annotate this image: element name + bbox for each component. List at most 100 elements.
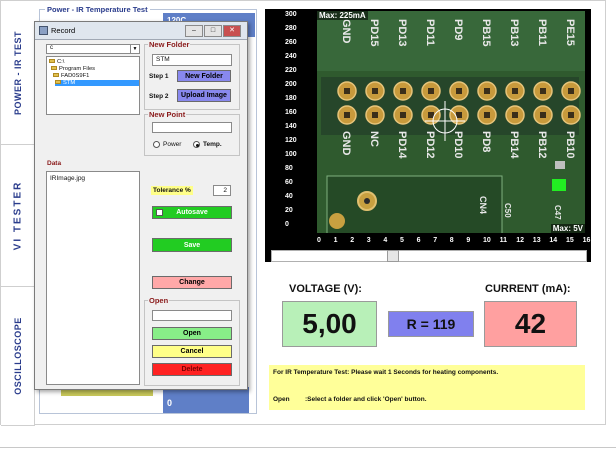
- tree-item[interactable]: Program Files: [51, 66, 95, 72]
- new-folder-label: New Folder: [148, 40, 191, 49]
- cancel-button[interactable]: Cancel: [152, 345, 232, 358]
- camera-image[interactable]: GND PD15 PD13 PD11 PD9 PB15 PB13 PB11 PE15 GND NC…: [317, 11, 585, 233]
- camera-scroll-thumb[interactable]: [387, 250, 399, 262]
- data-label: Data: [47, 160, 62, 167]
- tree-item-selected[interactable]: STM: [55, 80, 139, 86]
- pin: [512, 112, 518, 118]
- x-tick-label: 7: [433, 237, 438, 244]
- point-name-input[interactable]: [152, 122, 232, 133]
- list-item[interactable]: IRImage.jpg: [50, 175, 85, 182]
- upload-image-button[interactable]: Upload Image: [177, 89, 231, 102]
- y-tick-label: 100: [285, 151, 297, 158]
- tab-power-ir-test[interactable]: POWER - IR TEST: [1, 1, 35, 145]
- pin: [484, 112, 490, 118]
- info-line-2-key: Open: [273, 396, 290, 403]
- panel-title: Power - IR Temperature Test: [45, 5, 150, 14]
- x-tick-label: 8: [449, 237, 454, 244]
- info-line-1: For IR Temperature Test: Please wait 1 S…: [273, 369, 499, 376]
- dialog-titlebar: Record – □ ✕: [35, 22, 247, 40]
- drive-select[interactable]: c ▼: [46, 44, 140, 54]
- x-tick-label: 12: [516, 237, 524, 244]
- y-tick-label: 200: [285, 81, 297, 88]
- tab-vi-tester[interactable]: VI TESTER: [1, 145, 35, 287]
- x-tick-label: 10: [483, 237, 491, 244]
- max-voltage-label: Max: 5V: [550, 224, 585, 233]
- capacitor-label-c50: C50: [503, 203, 512, 218]
- y-tick-label: 280: [285, 25, 297, 32]
- radio-temp-label: Temp.: [203, 141, 222, 148]
- pin-label: NC: [368, 131, 380, 147]
- minimize-button[interactable]: –: [185, 25, 203, 37]
- close-button[interactable]: ✕: [223, 25, 241, 37]
- pin-label: PD8: [480, 131, 492, 152]
- folder-icon: [53, 73, 59, 78]
- pin-label: PD11: [424, 19, 436, 46]
- resistance-display: R = 119: [388, 311, 474, 337]
- autosave-checkbox[interactable]: [156, 209, 163, 216]
- y-tick-label: 260: [285, 39, 297, 46]
- tolerance-input[interactable]: 2: [213, 185, 231, 196]
- pin-label: GND: [340, 19, 352, 44]
- pin-label: PD15: [368, 19, 380, 47]
- pin-label: PD12: [424, 131, 436, 159]
- x-tick-label: 9: [466, 237, 471, 244]
- x-tick-label: 13: [532, 237, 541, 244]
- folder-tree[interactable]: C:\ Program Files FAD0S9F1 STM: [46, 56, 140, 115]
- pin: [568, 112, 574, 118]
- x-tick-label: 2: [350, 237, 355, 244]
- new-point-label: New Point: [148, 110, 187, 119]
- open-path-input[interactable]: [152, 310, 232, 321]
- tree-item[interactable]: C:\: [49, 59, 64, 65]
- y-tick-label: 180: [285, 95, 297, 102]
- background-value: 0: [167, 398, 173, 408]
- pin: [344, 88, 350, 94]
- chevron-down-icon: ▼: [130, 45, 139, 53]
- open-button[interactable]: Open: [152, 327, 232, 340]
- pin-label: PB14: [508, 131, 520, 159]
- camera-x-axis: 0 1 2 3 4 5 6 7 8 9 10 11 12 13 14 15 16: [307, 237, 590, 249]
- pin: [400, 112, 406, 118]
- y-tick-label: 40: [285, 193, 293, 200]
- y-tick-label: 240: [285, 53, 297, 60]
- folder-name-input[interactable]: STM: [152, 54, 232, 66]
- data-file-list[interactable]: IRImage.jpg: [46, 171, 140, 385]
- new-folder-button[interactable]: New Folder: [177, 70, 231, 82]
- pin: [400, 88, 406, 94]
- current-display: 42: [484, 301, 577, 347]
- tree-item-label: Program Files: [59, 66, 96, 72]
- x-tick-label: 15: [566, 237, 574, 244]
- step2-label: Step 2: [149, 93, 169, 100]
- x-tick-label: 14: [549, 237, 558, 244]
- folder-icon: [55, 80, 61, 85]
- camera-scrollbar[interactable]: [271, 250, 587, 262]
- y-tick-label: 20: [285, 207, 293, 214]
- radio-temp[interactable]: [193, 141, 200, 148]
- autosave-toggle[interactable]: Autosave: [152, 206, 232, 219]
- maximize-button[interactable]: □: [204, 25, 222, 37]
- capacitor-label-c47: C47: [553, 205, 562, 220]
- y-tick-label: 220: [285, 67, 297, 74]
- pin: [428, 112, 434, 118]
- x-tick-label: 11: [499, 237, 507, 244]
- autosave-label: Autosave: [176, 209, 208, 216]
- x-tick-label: 1: [333, 237, 338, 244]
- save-button[interactable]: Save: [152, 238, 232, 252]
- pin-label: PE15: [564, 19, 576, 46]
- pin: [428, 88, 434, 94]
- tree-item-label: FAD0S9F1: [61, 73, 90, 79]
- app-window: POWER - IR TEST VI TESTER OSCILLOSCOPE P…: [0, 0, 616, 466]
- tab-oscilloscope[interactable]: OSCILLOSCOPE: [1, 287, 35, 426]
- radio-power[interactable]: [153, 141, 160, 148]
- divider: [0, 447, 616, 448]
- info-panel: For IR Temperature Test: Please wait 1 S…: [269, 365, 585, 410]
- new-point-group: [144, 114, 240, 156]
- delete-button[interactable]: Delete: [152, 363, 232, 376]
- change-button[interactable]: Change: [152, 276, 232, 289]
- pin-label: PB11: [536, 19, 548, 46]
- tree-item-label: STM: [63, 80, 76, 86]
- pin: [484, 88, 490, 94]
- pin: [456, 112, 462, 118]
- pin: [540, 88, 546, 94]
- tree-item[interactable]: FAD0S9F1: [53, 73, 89, 79]
- tab-power-ir-test-label: POWER - IR TEST: [13, 30, 23, 115]
